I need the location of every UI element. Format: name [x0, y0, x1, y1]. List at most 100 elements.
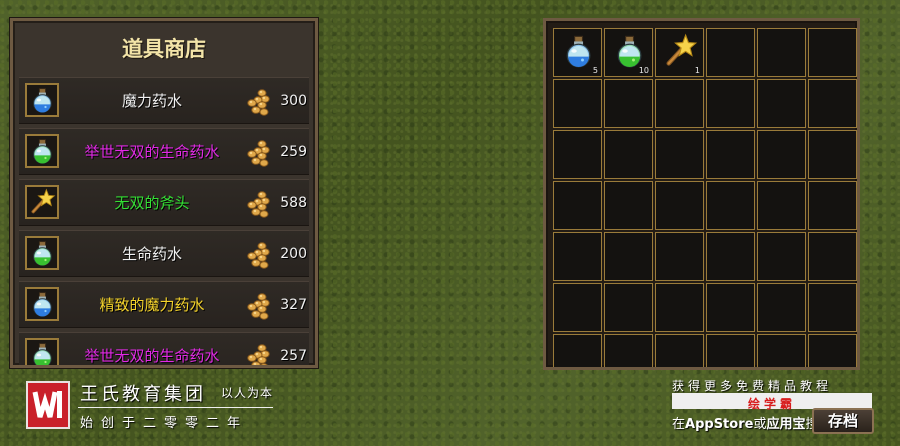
inventory-slot[interactable]	[706, 28, 755, 77]
item-quantity: 1	[694, 66, 700, 75]
gold-coin-pile-icon	[247, 242, 270, 269]
shop-item-slot	[25, 134, 59, 168]
shop-item-price: 327	[280, 297, 307, 313]
shop-item-row[interactable]: 魔力药水 300	[19, 77, 309, 124]
wang-logo-icon	[32, 391, 62, 418]
gold-coin-icon	[243, 342, 273, 365]
inventory-slot[interactable]	[553, 181, 602, 230]
inventory-panel: 5 10 1	[543, 18, 860, 370]
shop-item-price: 257	[280, 348, 307, 364]
gold-coin-pile-icon	[247, 293, 270, 320]
inventory-slot[interactable]	[757, 334, 806, 367]
inventory-slot[interactable]	[604, 232, 653, 281]
inventory-slot[interactable]: 5	[553, 28, 602, 77]
inventory-slot[interactable]	[808, 334, 857, 367]
promo-appstore: AppStore	[685, 417, 754, 432]
shop-item-row[interactable]: 无双的斧头 588	[19, 179, 309, 226]
inventory-slot[interactable]	[757, 232, 806, 281]
inventory-slot[interactable]	[655, 181, 704, 230]
inventory-slot[interactable]: 10	[604, 28, 653, 77]
inventory-slot[interactable]	[808, 232, 857, 281]
inventory-slot[interactable]	[808, 28, 857, 77]
star-wand-icon	[31, 188, 56, 214]
inventory-slot[interactable]	[604, 283, 653, 332]
inventory-slot[interactable]	[604, 334, 653, 367]
gold-coin-icon	[243, 87, 273, 121]
shop-item-price: 200	[280, 246, 307, 262]
shop-item-name: 无双的斧头	[114, 194, 190, 212]
inventory-slot[interactable]	[655, 334, 704, 367]
company-motto: 以人为本	[221, 386, 274, 400]
blue-potion-icon	[33, 292, 52, 317]
company-logo	[26, 381, 70, 429]
inventory-slot[interactable]	[604, 130, 653, 179]
gold-coin-icon	[243, 291, 273, 325]
gold-coin-pile-icon	[247, 89, 270, 116]
inventory-slot[interactable]	[808, 283, 857, 332]
gold-coin-pile-icon	[247, 191, 270, 218]
inventory-slot[interactable]	[553, 334, 602, 367]
gold-coin-icon	[243, 240, 273, 274]
inventory-slot[interactable]	[553, 79, 602, 128]
blue-potion-icon	[566, 35, 591, 68]
inventory-slot[interactable]	[757, 130, 806, 179]
promo-yingyongbao: 应用宝	[766, 417, 806, 432]
promo-headline: 获得更多免费精品教程	[672, 379, 833, 393]
shop-item-row[interactable]: 举世无双的生命药水 257	[19, 332, 309, 365]
shop-item-price: 300	[280, 93, 307, 109]
shop-item-row[interactable]: 生命药水 200	[19, 230, 309, 277]
shop-item-list[interactable]: 魔力药水 300 举世无双的生命药水 259 无双的斧头 588 生命药水 20…	[19, 77, 309, 365]
inventory-slot[interactable]	[757, 283, 806, 332]
inventory-slot[interactable]	[655, 79, 704, 128]
promo-brand: 绘学霸	[747, 397, 796, 411]
shop-item-name: 魔力药水	[121, 92, 182, 110]
inventory-slot[interactable]	[706, 334, 755, 367]
company-name: 王氏教育集团	[80, 384, 206, 405]
gold-coin-icon	[243, 138, 273, 172]
inventory-slot[interactable]	[706, 181, 755, 230]
inventory-slot[interactable]	[706, 232, 755, 281]
shop-item-row[interactable]: 举世无双的生命药水 259	[19, 128, 309, 175]
gold-coin-icon	[243, 189, 273, 223]
divider	[78, 407, 273, 408]
inventory-slot[interactable]	[706, 79, 755, 128]
shop-item-slot	[25, 338, 59, 365]
promo-mid: 或	[753, 417, 767, 432]
inventory-slot[interactable]	[757, 28, 806, 77]
shop-item-slot	[25, 236, 59, 270]
inventory-slot[interactable]: 1	[655, 28, 704, 77]
promo-search-text: 在AppStore或应用宝搜	[672, 413, 818, 432]
inventory-slot[interactable]	[604, 79, 653, 128]
inventory-slot[interactable]	[808, 181, 857, 230]
save-button[interactable]: 存档	[812, 408, 874, 434]
inventory-slot[interactable]	[655, 232, 704, 281]
inventory-slot[interactable]	[757, 181, 806, 230]
inventory-slot[interactable]	[706, 130, 755, 179]
shop-item-slot	[25, 185, 59, 219]
shop-item-slot	[25, 83, 59, 117]
inventory-slot[interactable]	[604, 181, 653, 230]
inventory-slot[interactable]	[655, 283, 704, 332]
shop-item-price: 259	[280, 144, 307, 160]
shop-item-slot	[25, 287, 59, 321]
shop-item-name: 举世无双的生命药水	[84, 143, 220, 161]
item-quantity: 10	[638, 66, 649, 75]
shop-title: 道具商店	[122, 37, 206, 61]
inventory-slot[interactable]	[808, 130, 857, 179]
inventory-slot[interactable]	[553, 232, 602, 281]
promo-brand-bar: 绘学霸	[672, 393, 872, 411]
inventory-slot[interactable]	[553, 283, 602, 332]
inventory-slot[interactable]	[757, 79, 806, 128]
gold-coin-pile-icon	[247, 344, 270, 365]
green-potion-icon	[617, 35, 642, 68]
founded-text: 始创于二零零二年	[80, 416, 249, 431]
shop-item-row[interactable]: 精致的魔力药水 327	[19, 281, 309, 328]
inventory-slot[interactable]	[706, 283, 755, 332]
shop-item-price: 588	[280, 195, 307, 211]
inventory-slot[interactable]	[553, 130, 602, 179]
item-quantity: 5	[592, 66, 598, 75]
inventory-slot[interactable]	[808, 79, 857, 128]
shop-item-name: 举世无双的生命药水	[84, 347, 220, 365]
shop-item-name: 精致的魔力药水	[99, 296, 205, 314]
inventory-slot[interactable]	[655, 130, 704, 179]
